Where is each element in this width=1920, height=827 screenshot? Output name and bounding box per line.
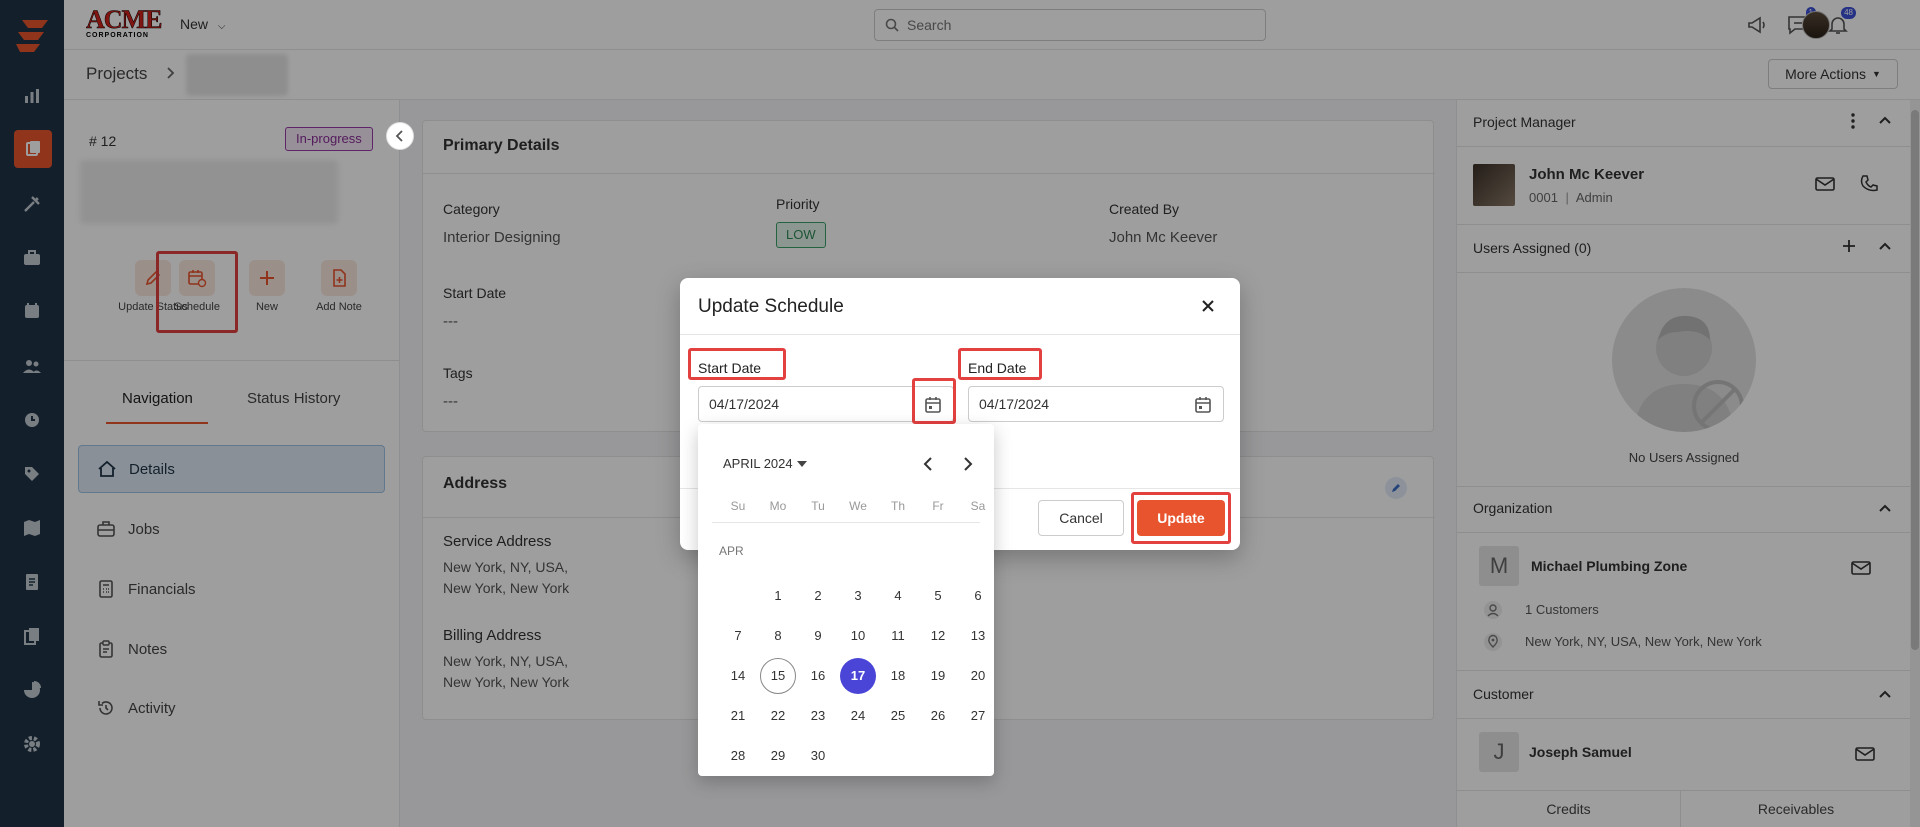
weekday-label: We bbox=[849, 499, 867, 513]
calendar-day[interactable]: 6 bbox=[960, 578, 996, 614]
previous-month-button[interactable] bbox=[916, 452, 940, 476]
calendar-icon[interactable] bbox=[1193, 395, 1213, 415]
calendar-day[interactable]: 19 bbox=[920, 658, 956, 694]
selected-day[interactable]: 17 bbox=[840, 658, 876, 694]
today-day[interactable]: 15 bbox=[760, 658, 796, 694]
calendar-day[interactable]: 21 bbox=[720, 698, 756, 734]
month-short-label: APR bbox=[719, 544, 744, 558]
calendar-day[interactable]: 18 bbox=[880, 658, 916, 694]
caret-down-icon bbox=[796, 460, 807, 467]
calendar-day[interactable]: 8 bbox=[760, 618, 796, 654]
weekday-label: Su bbox=[730, 499, 746, 513]
calendar-day[interactable]: 1 bbox=[760, 578, 796, 614]
calendar-day[interactable]: 29 bbox=[760, 738, 796, 774]
calendar-day[interactable]: 26 bbox=[920, 698, 956, 734]
cancel-button[interactable]: Cancel bbox=[1038, 500, 1124, 536]
weekday-label: Mo bbox=[769, 499, 787, 513]
chevron-left-icon bbox=[923, 457, 932, 471]
calendar-day[interactable]: 13 bbox=[960, 618, 996, 654]
chevron-left-icon bbox=[395, 130, 403, 142]
calendar-day[interactable]: 11 bbox=[880, 618, 916, 654]
weekday-label: Fr bbox=[932, 499, 944, 513]
chevron-right-icon bbox=[964, 457, 973, 471]
calendar-day[interactable]: 14 bbox=[720, 658, 756, 694]
start-date-label-highlight bbox=[688, 348, 786, 380]
close-icon[interactable] bbox=[1194, 292, 1222, 320]
divider bbox=[680, 334, 1240, 335]
calendar-day[interactable]: 2 bbox=[800, 578, 836, 614]
calendar-day[interactable]: 16 bbox=[800, 658, 836, 694]
calendar-day[interactable]: 25 bbox=[880, 698, 916, 734]
end-date-input-box[interactable] bbox=[968, 386, 1224, 422]
calendar-day[interactable]: 24 bbox=[840, 698, 876, 734]
calendar-day[interactable]: 4 bbox=[880, 578, 916, 614]
weekday-label: Tu bbox=[811, 499, 825, 513]
calendar-day[interactable]: 28 bbox=[720, 738, 756, 774]
start-date-input[interactable] bbox=[709, 396, 899, 412]
dialog-title: Update Schedule bbox=[698, 296, 844, 317]
calendar-day[interactable]: 9 bbox=[800, 618, 836, 654]
calendar-day[interactable]: 20 bbox=[960, 658, 996, 694]
calendar-day[interactable]: 12 bbox=[920, 618, 956, 654]
end-date-label-highlight bbox=[958, 348, 1042, 380]
calendar-day[interactable]: 10 bbox=[840, 618, 876, 654]
weekday-label: Th bbox=[890, 499, 905, 513]
calendar-day[interactable]: 7 bbox=[720, 618, 756, 654]
weekday-label: Sa bbox=[970, 499, 986, 513]
calendar-day[interactable]: 27 bbox=[960, 698, 996, 734]
end-date-input[interactable] bbox=[979, 396, 1169, 412]
calendar-day[interactable]: 22 bbox=[760, 698, 796, 734]
divider bbox=[712, 522, 980, 523]
calendar-day[interactable]: 30 bbox=[800, 738, 836, 774]
calendar-day[interactable]: 5 bbox=[920, 578, 956, 614]
month-year-selector[interactable]: APRIL 2024 bbox=[723, 456, 807, 471]
start-calendar-icon-highlight bbox=[912, 378, 956, 424]
calendar-day[interactable]: 23 bbox=[800, 698, 836, 734]
collapse-panel-button[interactable] bbox=[386, 122, 414, 150]
calendar-day[interactable]: 3 bbox=[840, 578, 876, 614]
update-button-highlight bbox=[1131, 492, 1231, 544]
month-year-label: APRIL 2024 bbox=[723, 456, 793, 471]
date-picker-popup: APRIL 2024 Su Mo Tu We Th Fr Sa APR 1234567891… bbox=[698, 424, 994, 776]
next-month-button[interactable] bbox=[956, 452, 980, 476]
